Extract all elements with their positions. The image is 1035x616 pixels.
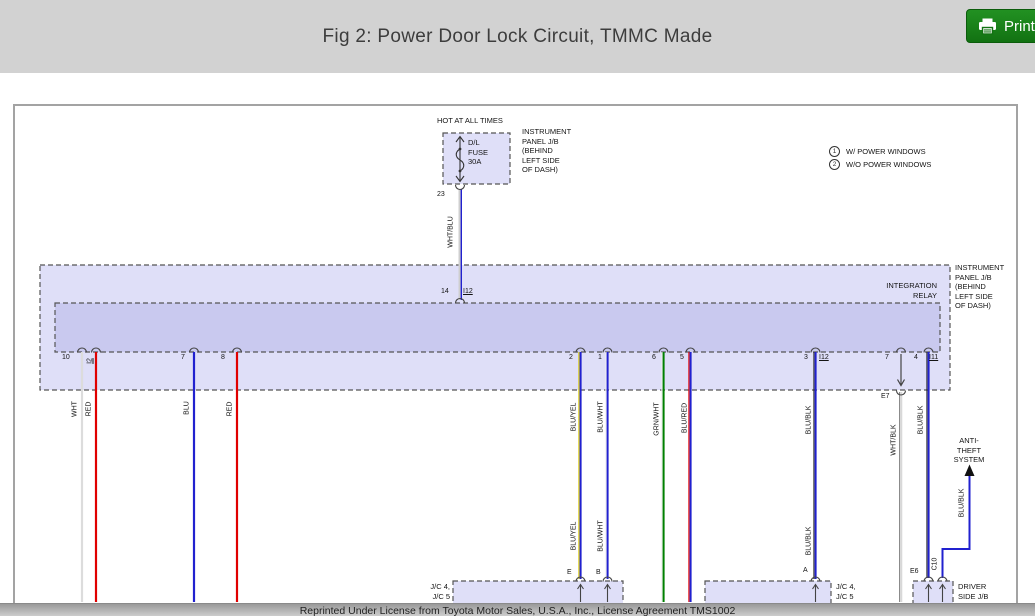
connector-i2: I2	[86, 358, 94, 364]
anti-theft-system-label: ANTI- THEFT SYSTEM	[953, 436, 985, 465]
wire-blu-blk-jc	[813, 352, 817, 579]
wire-grn-wht	[661, 352, 665, 602]
pin-5: 5	[680, 354, 684, 361]
license-text: Reprinted Under License from Toyota Moto…	[299, 605, 736, 616]
wire-label-blu-red: BLU/RED	[681, 402, 689, 434]
pin-1: 1	[598, 354, 602, 361]
integration-relay-box	[54, 302, 941, 353]
wire-label-red-2: RED	[226, 401, 234, 417]
wire-label-blu-blk-upper-2: BLU/BLK	[917, 405, 925, 435]
wire-blu-blk-antitheft	[941, 464, 975, 578]
hot-at-all-times-label: HOT AT ALL TIMES	[437, 116, 503, 125]
fuse-location-label: INSTRUMENT PANEL J/B (BEHIND LEFT SIDE O…	[522, 127, 572, 175]
wire-label-grn-wht: GRN/WHT	[653, 402, 661, 436]
wire-label-blu-blk-lower: BLU/BLK	[805, 526, 813, 556]
pin-6: 6	[652, 354, 656, 361]
wire-label-red-1: RED	[85, 401, 93, 417]
wire-label-wht-blu: WHT/BLU	[447, 216, 455, 248]
pin-a: A	[803, 567, 808, 574]
app-window: Fig 2: Power Door Lock Circuit, TMMC Mad…	[0, 0, 1035, 616]
pin-2: 2	[569, 354, 573, 361]
connector-e7: E7	[881, 393, 890, 400]
wire-blu-blk-driver	[926, 352, 930, 578]
wire-label-wht-blk: WHT/BLK	[890, 424, 898, 456]
integration-relay-label: INTEGRATION RELAY	[886, 281, 937, 300]
footer-bar: Reprinted Under License from Toyota Moto…	[0, 603, 1035, 616]
relay-top-pin: 14	[441, 288, 449, 295]
legend-item-2: 2 W/O POWER WINDOWS	[829, 159, 931, 170]
wire-wht-blu	[458, 189, 462, 300]
jc-left-label: J/C 4, J/C 5	[430, 582, 450, 601]
driver-side-jb-label: DRIVER SIDE J/B	[958, 582, 989, 601]
legend-item-1: 1 W/ POWER WINDOWS	[829, 146, 926, 157]
wire-label-blu-yel-lower: BLU/YEL	[570, 521, 578, 551]
fuse-name-label: D/L FUSE 30A	[468, 138, 489, 167]
pin-7-right: 7	[885, 354, 889, 361]
legend-circle-1: 1	[829, 146, 840, 157]
legend-label-2: W/O POWER WINDOWS	[846, 160, 932, 169]
fuse-pin-label: 23	[437, 191, 445, 198]
relay-top-connector: I12	[463, 288, 473, 295]
pin-7-left: 7	[181, 354, 185, 361]
anti-theft-arrowhead	[964, 464, 975, 476]
connector-e6: E6	[910, 568, 919, 575]
wire-wht-blk	[899, 392, 903, 602]
wire-label-blu: BLU	[183, 401, 191, 415]
wire-label-blu-wht-upper: BLU/WHT	[597, 401, 605, 433]
legend-label-1: W/ POWER WINDOWS	[846, 147, 926, 156]
legend-circle-2: 2	[829, 159, 840, 170]
connector-c10: C10	[931, 557, 939, 571]
pin-4: 4	[914, 354, 918, 361]
pin-e: E	[567, 569, 572, 576]
connector-i12: I12	[819, 354, 829, 361]
wire-label-wht: WHT	[71, 401, 79, 417]
pin-8: 8	[221, 354, 225, 361]
wire-blu-red	[688, 352, 692, 602]
wire-blu-wht	[605, 352, 609, 579]
wire-label-blu-wht-lower: BLU/WHT	[597, 520, 605, 552]
wiring-diagram-canvas	[39, 132, 975, 610]
pin-b: B	[596, 569, 601, 576]
wire-label-blu-yel-upper: BLU/YEL	[570, 402, 578, 432]
wire-label-blu-blk-upper-1: BLU/BLK	[805, 405, 813, 435]
pin-3: 3	[804, 354, 808, 361]
wire-label-blu-blk-antitheft: BLU/BLK	[958, 488, 966, 518]
jc-right-label: J/C 4, J/C 5	[836, 582, 856, 601]
connector-i11: I11	[929, 354, 939, 361]
pin-10: 10	[62, 354, 70, 361]
relay-location-label: INSTRUMENT PANEL J/B (BEHIND LEFT SIDE O…	[955, 263, 1005, 311]
wire-blu-yel	[578, 352, 582, 579]
